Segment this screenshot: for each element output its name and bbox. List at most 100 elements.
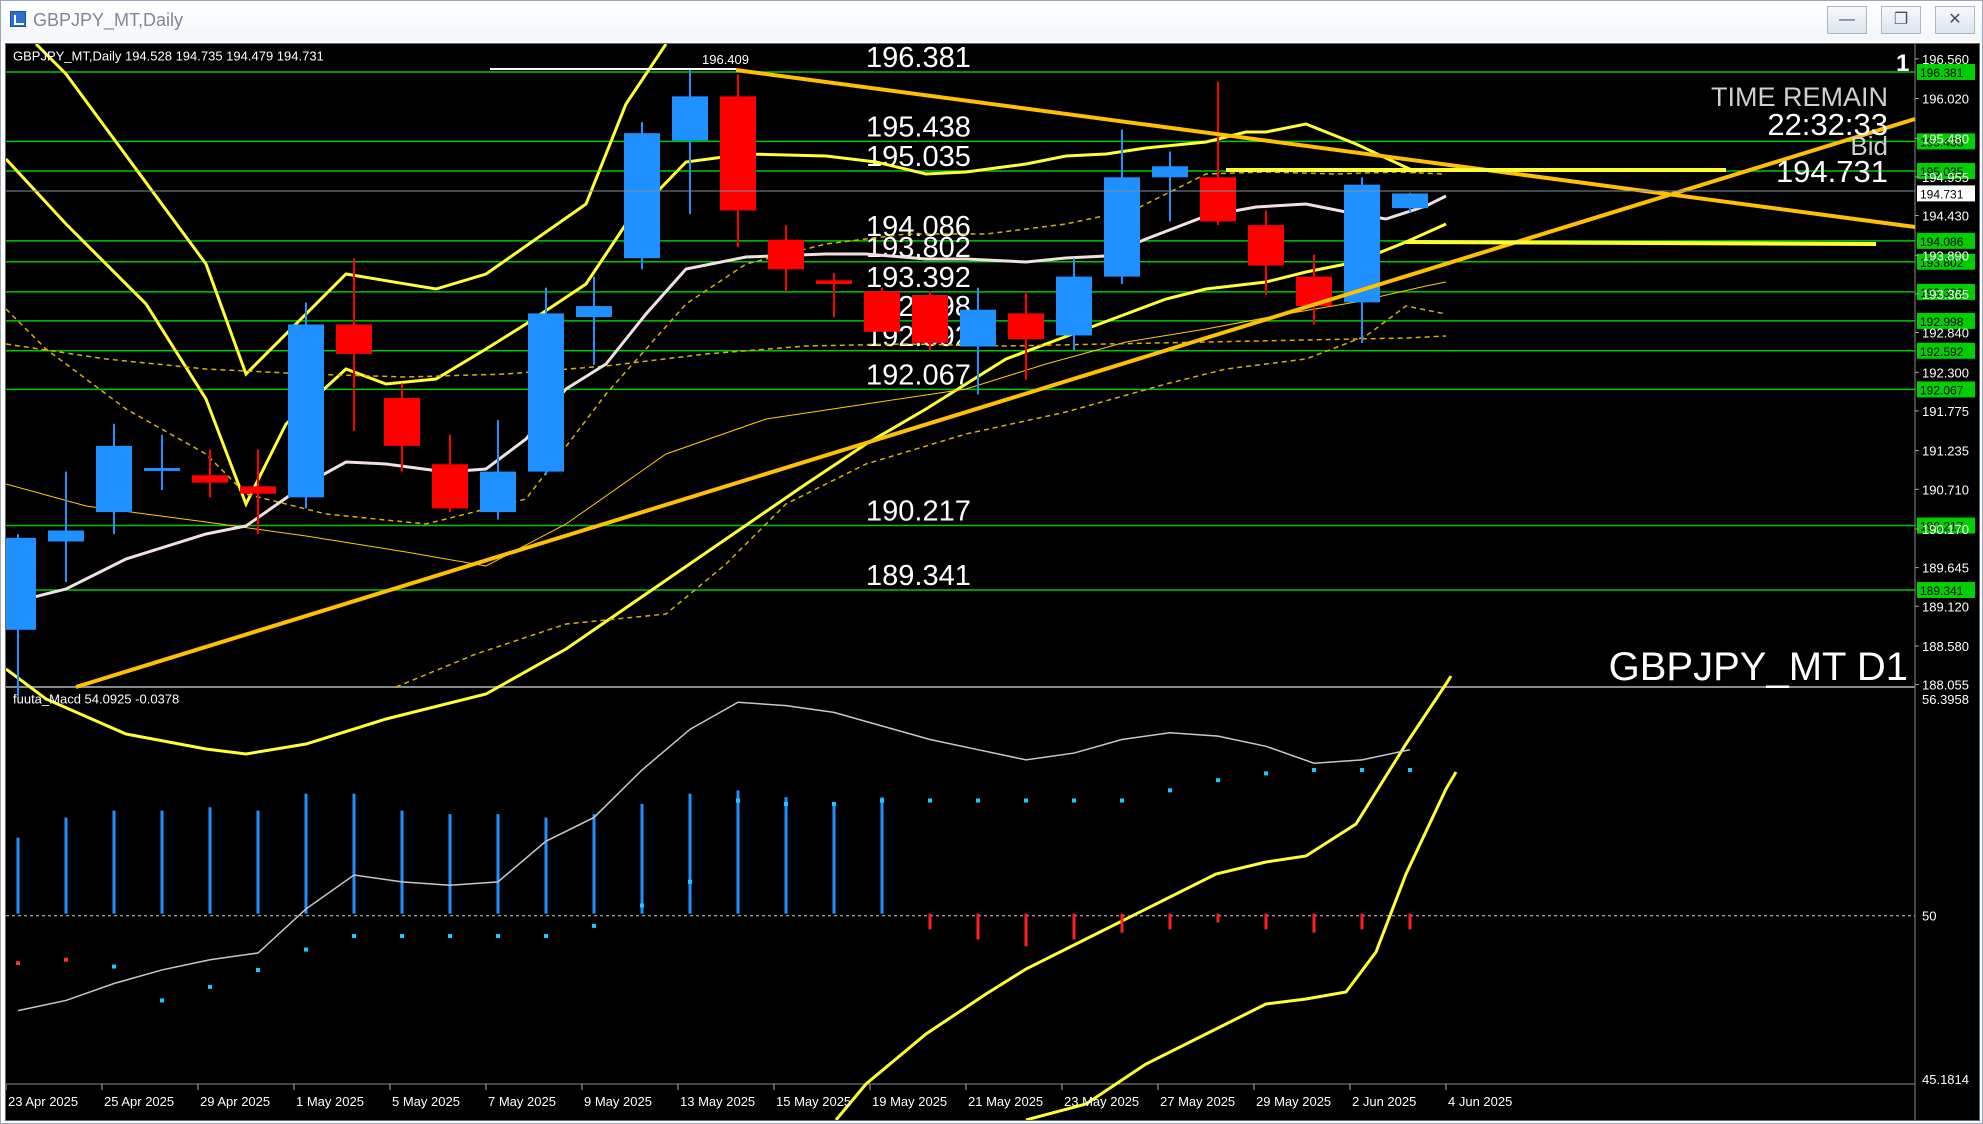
chart-area[interactable]: 196.381 196.381 195.438 195.438 195.035 195.0… — [5, 43, 1980, 1121]
macd-signal-dot — [976, 798, 980, 803]
price-tick-label: 190.170 — [1922, 522, 1969, 537]
candle-body — [1200, 177, 1236, 222]
time-tick-label: 2 Jun 2025 — [1352, 1094, 1416, 1109]
candle — [336, 258, 372, 432]
price-tick-label: 194.430 — [1922, 209, 1969, 224]
rising-trendline — [75, 117, 1916, 689]
yellow-horizontal-2 — [1405, 240, 1877, 246]
candle — [816, 272, 852, 318]
macd-signal-dot — [1168, 788, 1172, 793]
macd-signal-dot — [112, 964, 116, 969]
macd-signal-dot — [400, 934, 404, 939]
time-tick-label: 27 May 2025 — [1160, 1094, 1235, 1109]
macd-signal-dot — [1264, 771, 1268, 776]
macd-tick-label: 50 — [1922, 909, 1936, 924]
macd-signal-dot — [832, 801, 836, 806]
price-tick-label: 189.120 — [1922, 599, 1969, 614]
window-titlebar[interactable]: GBPJPY_MT,Daily — ❐ ✕ — [1, 1, 1982, 41]
price-level-tag-text: 189.341 — [1920, 584, 1964, 598]
price-tick-label: 193.365 — [1922, 287, 1969, 302]
price-level-label: 196.381 — [866, 44, 971, 74]
candle-body — [720, 96, 756, 211]
candle-body — [1152, 166, 1188, 178]
candlestick-series — [6, 69, 1428, 697]
candle — [384, 383, 420, 472]
macd-signal-dot — [1408, 768, 1412, 773]
price-tick-label: 194.955 — [1922, 170, 1969, 185]
price-level-tag-text: 194.086 — [1920, 235, 1964, 249]
candle — [912, 291, 948, 351]
candle — [624, 122, 660, 270]
macd-signal-dot — [496, 934, 500, 939]
macd-signal-dot — [544, 934, 548, 939]
macd-signal-dot — [16, 961, 20, 966]
candle-body — [1104, 177, 1140, 277]
price-tick-label: 189.645 — [1922, 561, 1969, 576]
time-tick-label: 9 May 2025 — [584, 1094, 652, 1109]
corner-badge: 1 — [1896, 50, 1909, 77]
close-button[interactable]: ✕ — [1935, 6, 1975, 34]
window-title: GBPJPY_MT,Daily — [33, 10, 184, 30]
macd-main-line — [17, 701, 1411, 1012]
macd-signal-dot — [304, 947, 308, 952]
candle-body — [1248, 225, 1284, 266]
macd-signal-dot — [1216, 778, 1220, 783]
chart-window-icon — [10, 11, 26, 27]
macd-signal-dot — [448, 934, 452, 939]
price-tick-label: 188.055 — [1922, 678, 1969, 693]
macd-signal-dot — [256, 967, 260, 972]
time-tick-label: 4 Jun 2025 — [1448, 1094, 1512, 1109]
macd-signal-dot — [640, 903, 644, 908]
candle — [240, 449, 276, 535]
macd-signal-dot — [1360, 768, 1364, 773]
time-tick-label: 1 May 2025 — [296, 1094, 364, 1109]
price-level-tag-text: 192.592 — [1920, 345, 1964, 359]
candle-body — [1008, 313, 1044, 340]
macd-signal-dot — [1024, 798, 1028, 803]
price-tick-label: 191.775 — [1922, 404, 1969, 419]
lower-envelope — [6, 222, 1447, 756]
price-tick-label: 191.235 — [1922, 444, 1969, 459]
time-tick-label: 5 May 2025 — [392, 1094, 460, 1109]
minimize-button[interactable]: — — [1827, 6, 1867, 34]
time-tick-label: 19 May 2025 — [872, 1094, 947, 1109]
price-tick-label: 192.840 — [1922, 326, 1969, 341]
candle — [144, 434, 180, 491]
macd-signal-dot — [928, 798, 932, 803]
candle-body — [672, 96, 708, 141]
main-chart-header: GBPJPY_MT,Daily 194.528 194.735 194.479 … — [13, 49, 324, 64]
macd-signal-dot — [784, 801, 788, 806]
candle-body — [6, 537, 36, 630]
maximize-button[interactable]: ❐ — [1881, 6, 1921, 34]
candle-body — [288, 324, 324, 498]
macd-tick-label: 56.3958 — [1922, 692, 1969, 707]
price-level-label: 192.067 — [866, 359, 971, 391]
symbol-timeframe-label: GBPJPY_MT D1 — [1609, 645, 1908, 689]
candle — [864, 287, 900, 332]
price-tick-label: 196.560 — [1922, 52, 1969, 67]
macd-signal-dot — [352, 934, 356, 939]
price-tick-label: 193.890 — [1922, 248, 1969, 263]
candle — [1296, 254, 1332, 325]
macd-signal-dot — [1120, 798, 1124, 803]
price-tick-label: 196.020 — [1922, 92, 1969, 107]
candle-body — [768, 239, 804, 270]
price-level-label: 195.438 — [866, 111, 971, 143]
bid-price-tag-text: 194.731 — [1920, 187, 1964, 201]
price-tick-label: 192.300 — [1922, 365, 1969, 380]
dashed-moving-average — [6, 335, 1447, 378]
candle — [1200, 81, 1236, 226]
macd-signal-dot — [736, 798, 740, 803]
candle — [1344, 177, 1380, 343]
candle-body — [96, 445, 132, 513]
price-level-tag-text: 196.381 — [1920, 66, 1964, 80]
candle — [48, 471, 84, 582]
candle-body — [480, 471, 516, 513]
price-chart[interactable]: 196.381 196.381195.438 195.438195.035 195.0… — [6, 44, 1979, 1120]
macd-signal-dot — [1312, 768, 1316, 773]
time-tick-label: 23 Apr 2025 — [8, 1094, 78, 1109]
macd-signal-dot — [1072, 798, 1076, 803]
candle-body — [624, 133, 660, 259]
candle — [96, 423, 132, 535]
macd-signal-dot — [160, 998, 164, 1003]
